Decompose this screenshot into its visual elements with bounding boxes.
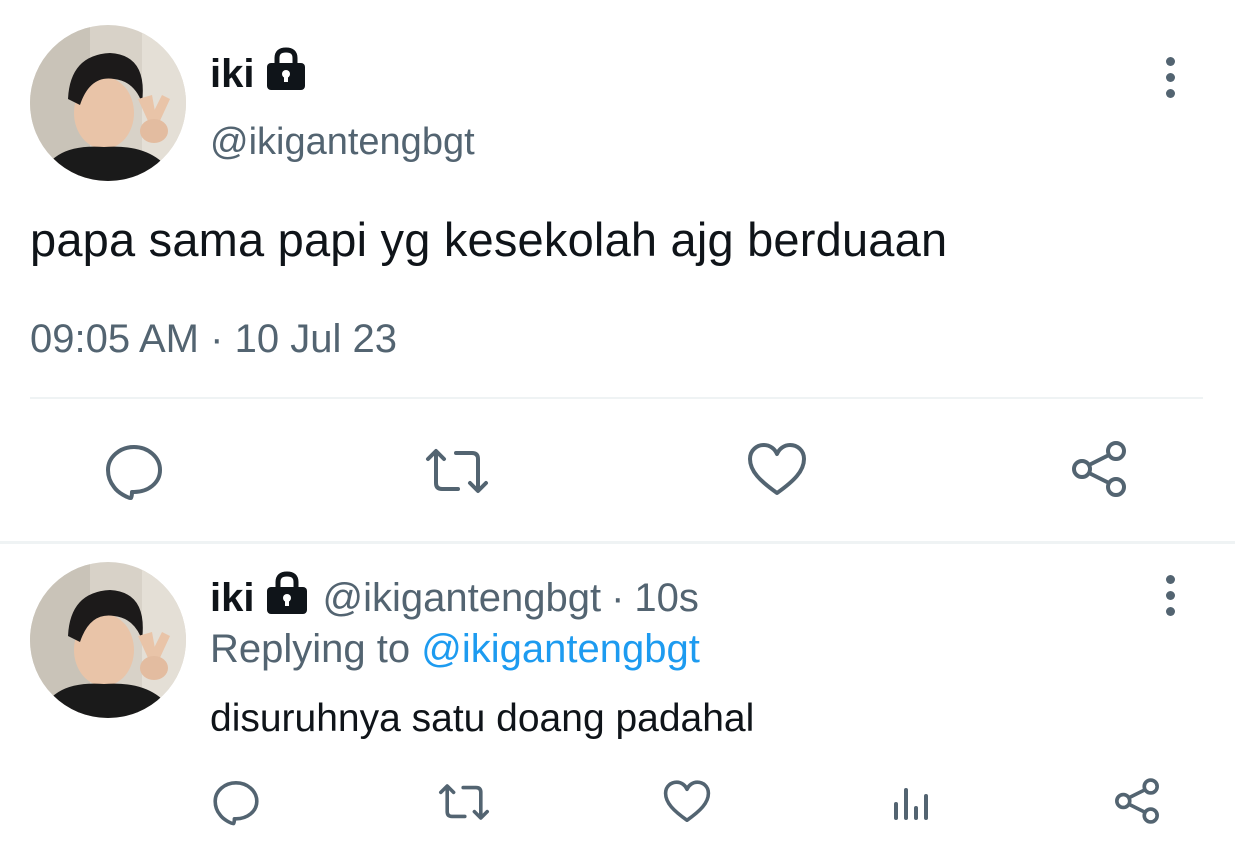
- meta-separator: ·: [210, 317, 224, 361]
- more-vertical-icon[interactable]: [1160, 575, 1180, 616]
- reply-tweet-text: disuruhnya satu doang padahal: [210, 697, 755, 740]
- main-tweet-time: 09:05 AM: [30, 317, 200, 361]
- lock-icon: [264, 570, 310, 625]
- replying-to-prefix: Replying to: [210, 627, 411, 671]
- main-tweet-timestamp: 09:05 AM · 10 Jul 23: [30, 314, 397, 364]
- share-icon[interactable]: [1112, 776, 1162, 826]
- header-separator: ·: [611, 575, 625, 620]
- heart-icon[interactable]: [662, 778, 712, 826]
- reply-time-ago[interactable]: 10s: [634, 574, 699, 622]
- tweet-separator: [0, 541, 1235, 544]
- main-avatar[interactable]: [30, 25, 186, 181]
- reply-icon[interactable]: [212, 778, 260, 826]
- reply-handle[interactable]: @ikigantengbgt: [322, 574, 601, 622]
- more-vertical-icon[interactable]: [1160, 57, 1180, 98]
- reply-display-name[interactable]: iki: [210, 574, 254, 622]
- reply-header: iki @ikigantengbgt · 10s: [210, 570, 699, 625]
- main-author-name[interactable]: iki: [210, 46, 308, 101]
- retweet-icon[interactable]: [422, 441, 492, 501]
- replying-to-line: Replying to @ikigantengbgt: [210, 624, 700, 674]
- replying-to-handle[interactable]: @ikigantengbgt: [421, 627, 700, 671]
- reply-avatar[interactable]: [30, 562, 186, 718]
- divider: [30, 397, 1203, 399]
- retweet-icon[interactable]: [436, 778, 492, 826]
- lock-icon: [264, 46, 308, 101]
- main-tweet-text: papa sama papi yg kesekolah ajg berduaan: [30, 213, 948, 266]
- analytics-icon[interactable]: [888, 780, 934, 826]
- main-display-name[interactable]: iki: [210, 50, 254, 98]
- main-handle[interactable]: @ikigantengbgt: [210, 118, 475, 166]
- heart-icon[interactable]: [746, 441, 808, 499]
- reply-icon[interactable]: [104, 441, 164, 501]
- main-tweet-date: 10 Jul 23: [234, 317, 397, 361]
- share-icon[interactable]: [1068, 438, 1130, 500]
